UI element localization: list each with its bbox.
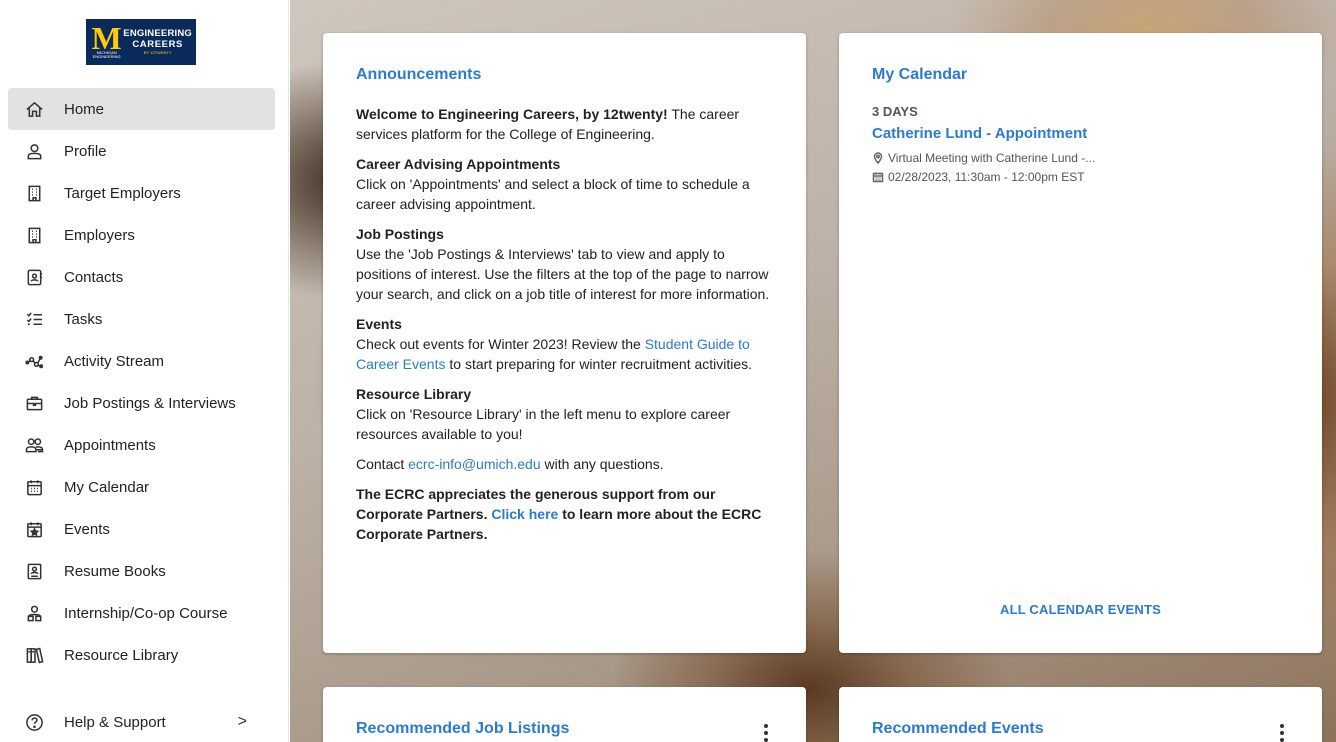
library-block: Resource Library Click on 'Resource Libra…	[356, 384, 773, 444]
sidebar-item-label: Target Employers	[64, 184, 181, 202]
event-star-icon	[23, 518, 45, 540]
sidebar-item-tasks[interactable]: Tasks	[8, 298, 275, 340]
sidebar-item-label: Internship/Co-op Course	[64, 604, 228, 622]
sidebar-item-profile[interactable]: Profile	[8, 130, 275, 172]
briefcase-icon	[23, 392, 45, 414]
sidebar-item-internship-coop-course[interactable]: Internship/Co-op Course	[8, 592, 275, 634]
logo-m-subtitle: MICHIGAN ENGINEERING	[92, 50, 121, 59]
sidebar-item-label: Job Postings & Interviews	[64, 394, 236, 412]
partners-block: The ECRC appreciates the generous suppor…	[356, 484, 773, 544]
contact-block: Contact ecrc-info@umich.edu with any que…	[356, 454, 773, 474]
library-title: Resource Library	[356, 386, 472, 402]
datetime-text: 02/28/2023, 11:30am - 12:00pm EST	[888, 169, 1085, 184]
sidebar-item-contacts[interactable]: Contacts	[8, 256, 275, 298]
logo-line-1: ENGINEERING	[123, 28, 192, 39]
sidebar-item-label: Tasks	[64, 310, 103, 328]
library-icon	[23, 644, 45, 666]
help-support-section: Help & Support >	[8, 701, 275, 742]
sidebar-item-events[interactable]: Events	[8, 508, 275, 550]
recommended-jobs-title: Recommended Job Listings	[356, 720, 570, 737]
advising-block: Career Advising Appointments Click on 'Ap…	[356, 154, 773, 214]
jobs-block: Job Postings Use the 'Job Postings & Inte…	[356, 224, 773, 304]
calendar-small-icon	[872, 172, 884, 182]
sidebar-item-label: Appointments	[64, 436, 156, 454]
location-pin-icon	[873, 151, 883, 164]
sidebar-item-label: Contacts	[64, 268, 124, 286]
help-circle-icon	[23, 711, 45, 733]
contact-email-link[interactable]: ecrc-info@umich.edu	[408, 456, 541, 472]
events-title: Events	[356, 316, 402, 332]
jobs-text: Use the 'Job Postings & Interviews' tab …	[356, 246, 770, 302]
calendar-event-datetime: 02/28/2023, 11:30am - 12:00pm EST	[872, 167, 1289, 186]
course-icon	[23, 602, 45, 624]
logo-m-letter: M	[91, 20, 122, 56]
more-options-icon[interactable]	[1280, 724, 1284, 742]
activity-icon	[23, 350, 45, 372]
sidebar: M MICHIGAN ENGINEERING ENGINEERING CAREE…	[0, 0, 289, 742]
resume-book-icon	[23, 560, 45, 582]
engineering-careers-logo[interactable]: M MICHIGAN ENGINEERING ENGINEERING CAREE…	[86, 19, 196, 65]
home-icon	[23, 98, 45, 120]
sidebar-item-my-calendar[interactable]: My Calendar	[8, 466, 275, 508]
click-here-link[interactable]: Click here	[491, 506, 558, 522]
calendar-days-label: 3 DAYS	[872, 104, 918, 119]
events-block: Events Check out events for Winter 2023! …	[356, 314, 773, 374]
events-text-before: Check out events for Winter 2023! Review…	[356, 336, 645, 352]
sidebar-item-appointments[interactable]: Appointments	[8, 424, 275, 466]
sidebar-item-home[interactable]: Home	[8, 88, 275, 130]
sidebar-item-label: Help & Support	[64, 713, 166, 731]
checklist-icon	[23, 308, 45, 330]
sidebar-item-label: Home	[64, 100, 105, 118]
sidebar-item-employers[interactable]: Employers	[8, 214, 275, 256]
sidebar-item-label: Resume Books	[64, 562, 166, 580]
sidebar-item-label: Employers	[64, 226, 135, 244]
sidebar-item-resource-library[interactable]: Resource Library	[8, 634, 275, 676]
calendar-icon	[23, 476, 45, 498]
location-text: Virtual Meeting with Catherine Lund -...	[888, 150, 1096, 165]
recommended-events-card: Recommended Events	[839, 687, 1322, 742]
more-options-icon[interactable]	[764, 724, 768, 742]
all-calendar-events-link[interactable]: ALL CALENDAR EVENTS	[839, 602, 1322, 617]
announcements-title: Announcements	[356, 66, 482, 83]
contact-card-icon	[23, 266, 45, 288]
sidebar-item-label: Profile	[64, 142, 107, 160]
building-icon	[23, 224, 45, 246]
calendar-event-location: Virtual Meeting with Catherine Lund -...	[872, 148, 1289, 167]
announcements-card: Announcements Welcome to Engineering Car…	[323, 33, 806, 653]
sidebar-item-help-support[interactable]: Help & Support >	[8, 701, 275, 742]
sidebar-item-job-postings-interviews[interactable]: Job Postings & Interviews	[8, 382, 275, 424]
advising-title: Career Advising Appointments	[356, 156, 561, 172]
advising-text: Click on 'Appointments' and select a blo…	[356, 176, 750, 212]
chevron-right-icon: >	[237, 713, 247, 730]
calendar-event-link[interactable]: Catherine Lund - Appointment	[872, 125, 1289, 142]
contact-after: with any questions.	[540, 456, 664, 472]
logo-line-2: CAREERS	[132, 39, 183, 50]
recommended-jobs-card: Recommended Job Listings	[323, 687, 806, 742]
sidebar-item-label: Events	[64, 520, 110, 538]
welcome-text: Welcome to Engineering Careers, by 12twe…	[356, 104, 773, 144]
contact-before: Contact	[356, 456, 409, 472]
logo-by: BY 12TWENTY	[143, 50, 172, 55]
welcome-bold: Welcome to Engineering Careers, by 12twe…	[356, 106, 668, 122]
events-text-after: to start preparing for winter recruitmen…	[445, 356, 753, 372]
michigan-m-logo: M MICHIGAN ENGINEERING	[90, 20, 123, 60]
library-text: Click on 'Resource Library' in the left …	[356, 406, 731, 442]
calendar-title: My Calendar	[872, 66, 968, 83]
jobs-title: Job Postings	[356, 226, 444, 242]
building-icon	[23, 182, 45, 204]
sidebar-item-label: My Calendar	[64, 478, 150, 496]
sidebar-nav: Home Profile Target Employers Employers …	[8, 88, 275, 676]
sidebar-item-resume-books[interactable]: Resume Books	[8, 550, 275, 592]
my-calendar-card: My Calendar 3 DAYS Catherine Lund - Appo…	[839, 33, 1322, 653]
person-icon	[23, 140, 45, 162]
sidebar-item-label: Resource Library	[64, 646, 179, 664]
people-icon	[23, 434, 45, 456]
sidebar-item-label: Activity Stream	[64, 352, 165, 370]
sidebar-item-target-employers[interactable]: Target Employers	[8, 172, 275, 214]
sidebar-item-activity-stream[interactable]: Activity Stream	[8, 340, 275, 382]
recommended-events-title: Recommended Events	[872, 720, 1044, 737]
